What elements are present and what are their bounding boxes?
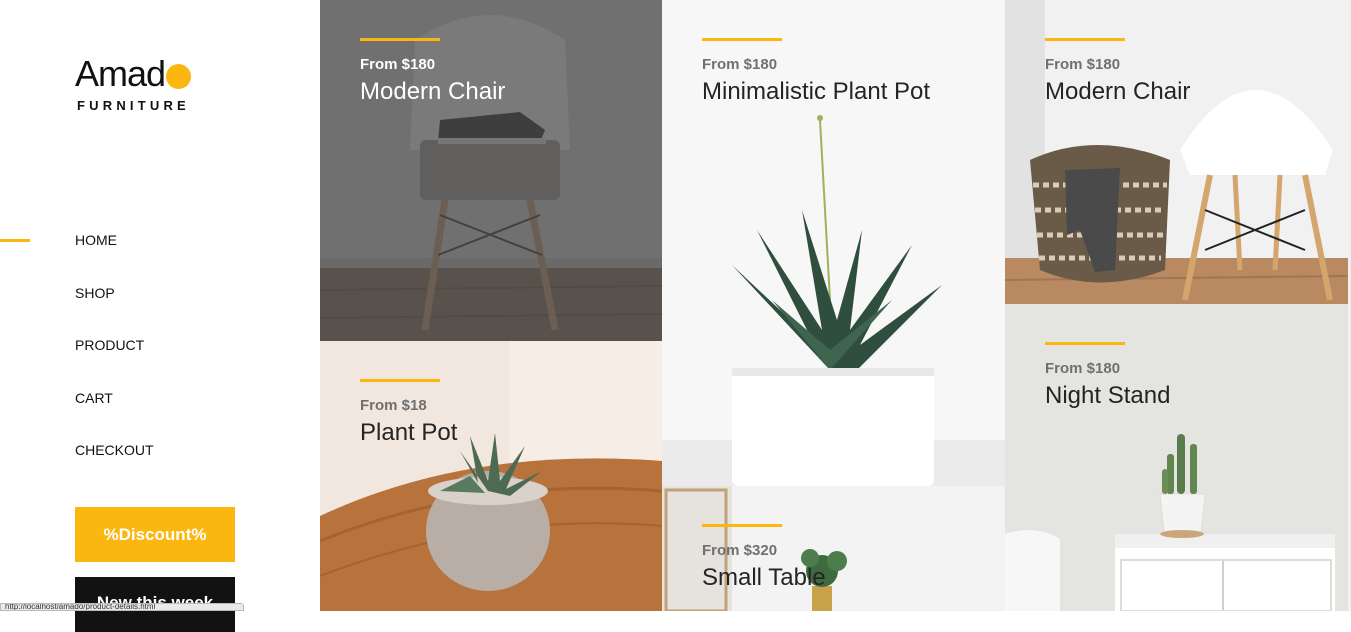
nav-link-shop[interactable]: SHOP — [75, 285, 115, 301]
product-tile-modern-chair[interactable]: From $180 Modern Chair — [320, 0, 662, 341]
product-price: From $320 — [702, 542, 778, 559]
accent-bar — [360, 38, 440, 41]
product-price: From $180 — [1045, 360, 1121, 377]
product-name: Plant Pot — [360, 419, 458, 446]
product-info: From $320 Small Table — [702, 524, 826, 593]
nav-item-home: HOME — [0, 222, 320, 275]
product-name: Modern Chair — [1045, 78, 1191, 105]
product-price: From $180 — [1045, 56, 1121, 73]
product-price: From $180 — [702, 56, 778, 73]
sidebar: Amad FURNITURE HOME SHOP PRODUCT CART CH… — [0, 0, 320, 632]
product-tile-night-stand[interactable]: From $180 Night Stand — [1005, 304, 1348, 611]
product-info: From $18 Plant Pot — [360, 379, 457, 448]
accent-bar — [1045, 342, 1125, 345]
product-info: From $180 Modern Chair — [1045, 38, 1190, 107]
accent-bar — [360, 379, 440, 382]
product-info: From $180 Night Stand — [1045, 342, 1170, 411]
accent-bar — [702, 38, 782, 41]
nav-item-product: PRODUCT — [0, 327, 320, 380]
brand-tagline: FURNITURE — [77, 98, 190, 113]
logo[interactable]: Amad FURNITURE — [75, 53, 192, 113]
brand-name: Amad — [75, 53, 166, 94]
product-name: Modern Chair — [360, 78, 506, 105]
logo-dot-icon — [166, 63, 192, 89]
nav-item-cart: CART — [0, 380, 320, 433]
product-name: Night Stand — [1045, 382, 1171, 409]
accent-bar — [702, 524, 782, 527]
nav-link-cart[interactable]: CART — [75, 390, 113, 406]
product-tile-plant-pot[interactable]: From $18 Plant Pot — [320, 341, 662, 611]
product-info: From $180 Minimalistic Plant Pot — [702, 38, 930, 107]
main-nav: HOME SHOP PRODUCT CART CHECKOUT — [0, 222, 320, 485]
product-price: From $18 — [360, 397, 427, 414]
product-tile-small-table[interactable]: From $320 Small Table — [662, 486, 1005, 611]
logo-wordmark: Amad — [75, 53, 192, 94]
nav-link-product[interactable]: PRODUCT — [75, 337, 144, 353]
active-indicator — [0, 239, 30, 242]
product-tile-modern-chair-2[interactable]: From $180 Modern Chair — [1005, 0, 1348, 304]
nav-link-home[interactable]: HOME — [75, 232, 117, 248]
product-tile-minimalistic-plant-pot[interactable]: From $180 Minimalistic Plant Pot — [662, 0, 1005, 486]
nav-item-shop: SHOP — [0, 275, 320, 328]
product-name: Small Table — [702, 564, 826, 591]
browser-status-bar: http://localhost/amado/product-details.h… — [0, 603, 244, 611]
nav-item-checkout: CHECKOUT — [0, 432, 320, 485]
product-name: Minimalistic Plant Pot — [702, 78, 931, 105]
discount-button[interactable]: %Discount% — [75, 507, 235, 562]
nav-link-checkout[interactable]: CHECKOUT — [75, 442, 154, 458]
accent-bar — [1045, 38, 1125, 41]
product-info: From $180 Modern Chair — [360, 38, 505, 107]
product-price: From $180 — [360, 56, 436, 73]
